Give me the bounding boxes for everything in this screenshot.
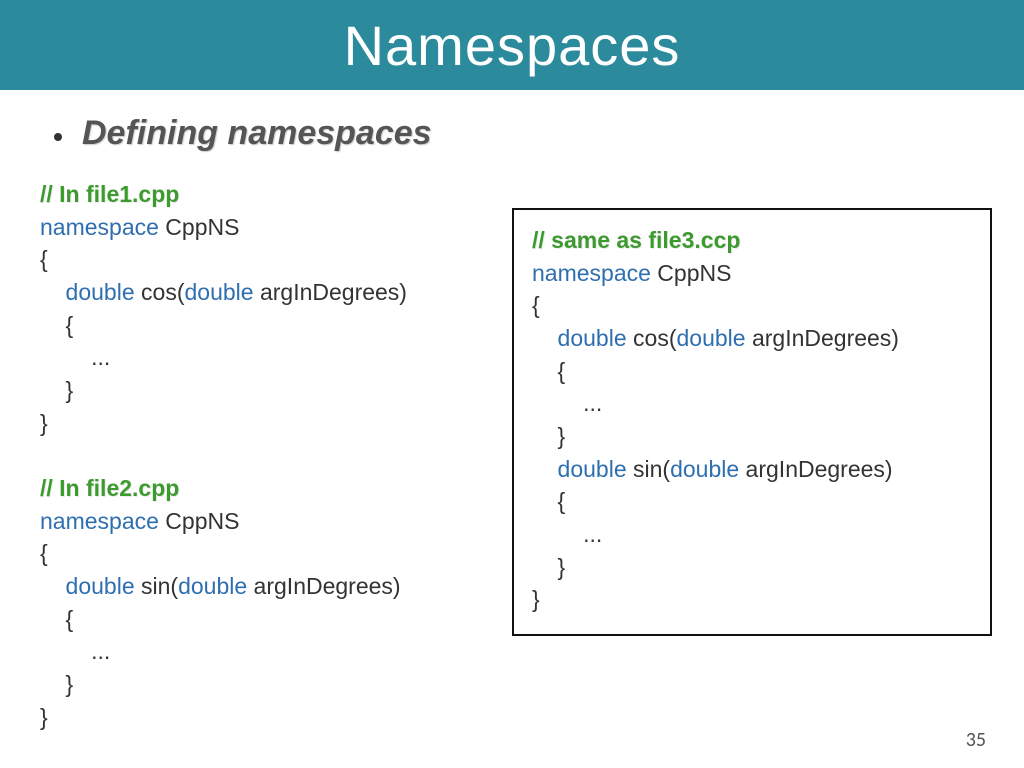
comment-file3: // same as file3.ccp	[532, 227, 740, 253]
fn-sin: sin(	[135, 573, 178, 599]
brace: {	[532, 358, 565, 384]
kw-namespace: namespace	[40, 508, 159, 534]
ellipsis: ...	[532, 521, 602, 547]
ns-name: CppNS	[159, 214, 240, 240]
brace: {	[40, 312, 73, 338]
code-area: // In file1.cpp namespace CppNS { double…	[40, 178, 994, 738]
type-double: double	[184, 279, 253, 305]
type-double: double	[676, 325, 745, 351]
brace: {	[532, 488, 565, 514]
page-number: 35	[966, 728, 986, 752]
slide-title: Namespaces	[344, 13, 681, 78]
bullet-text: Defining namespaces	[82, 114, 432, 153]
brace: }	[40, 377, 73, 403]
type-double: double	[178, 573, 247, 599]
brace: }	[40, 410, 48, 436]
arg: argInDegrees)	[247, 573, 400, 599]
title-bar: Namespaces	[0, 0, 1024, 90]
arg: argInDegrees)	[746, 325, 899, 351]
code-right-box: // same as file3.ccp namespace CppNS { d…	[512, 208, 992, 636]
brace: }	[532, 554, 565, 580]
type-double: double	[532, 456, 627, 482]
bullet-icon	[54, 133, 62, 141]
bullet-row: Defining namespaces	[54, 114, 1024, 153]
ellipsis: ...	[532, 390, 602, 416]
type-double: double	[40, 573, 135, 599]
kw-namespace: namespace	[40, 214, 159, 240]
brace: {	[40, 606, 73, 632]
brace: }	[40, 704, 48, 730]
ellipsis: ...	[40, 638, 110, 664]
kw-namespace: namespace	[532, 260, 651, 286]
type-double: double	[40, 279, 135, 305]
fn-cos: cos(	[135, 279, 185, 305]
brace: {	[40, 540, 48, 566]
brace: }	[532, 423, 565, 449]
ns-name: CppNS	[159, 508, 240, 534]
brace: {	[532, 292, 540, 318]
brace: {	[40, 246, 48, 272]
fn-cos: cos(	[627, 325, 677, 351]
ellipsis: ...	[40, 344, 110, 370]
brace: }	[532, 586, 540, 612]
fn-sin: sin(	[627, 456, 670, 482]
arg: argInDegrees)	[739, 456, 892, 482]
comment-file1: // In file1.cpp	[40, 181, 179, 207]
arg: argInDegrees)	[254, 279, 407, 305]
type-double: double	[532, 325, 627, 351]
comment-file2: // In file2.cpp	[40, 475, 179, 501]
ns-name: CppNS	[651, 260, 732, 286]
type-double: double	[670, 456, 739, 482]
code-left: // In file1.cpp namespace CppNS { double…	[40, 178, 510, 733]
brace: }	[40, 671, 73, 697]
